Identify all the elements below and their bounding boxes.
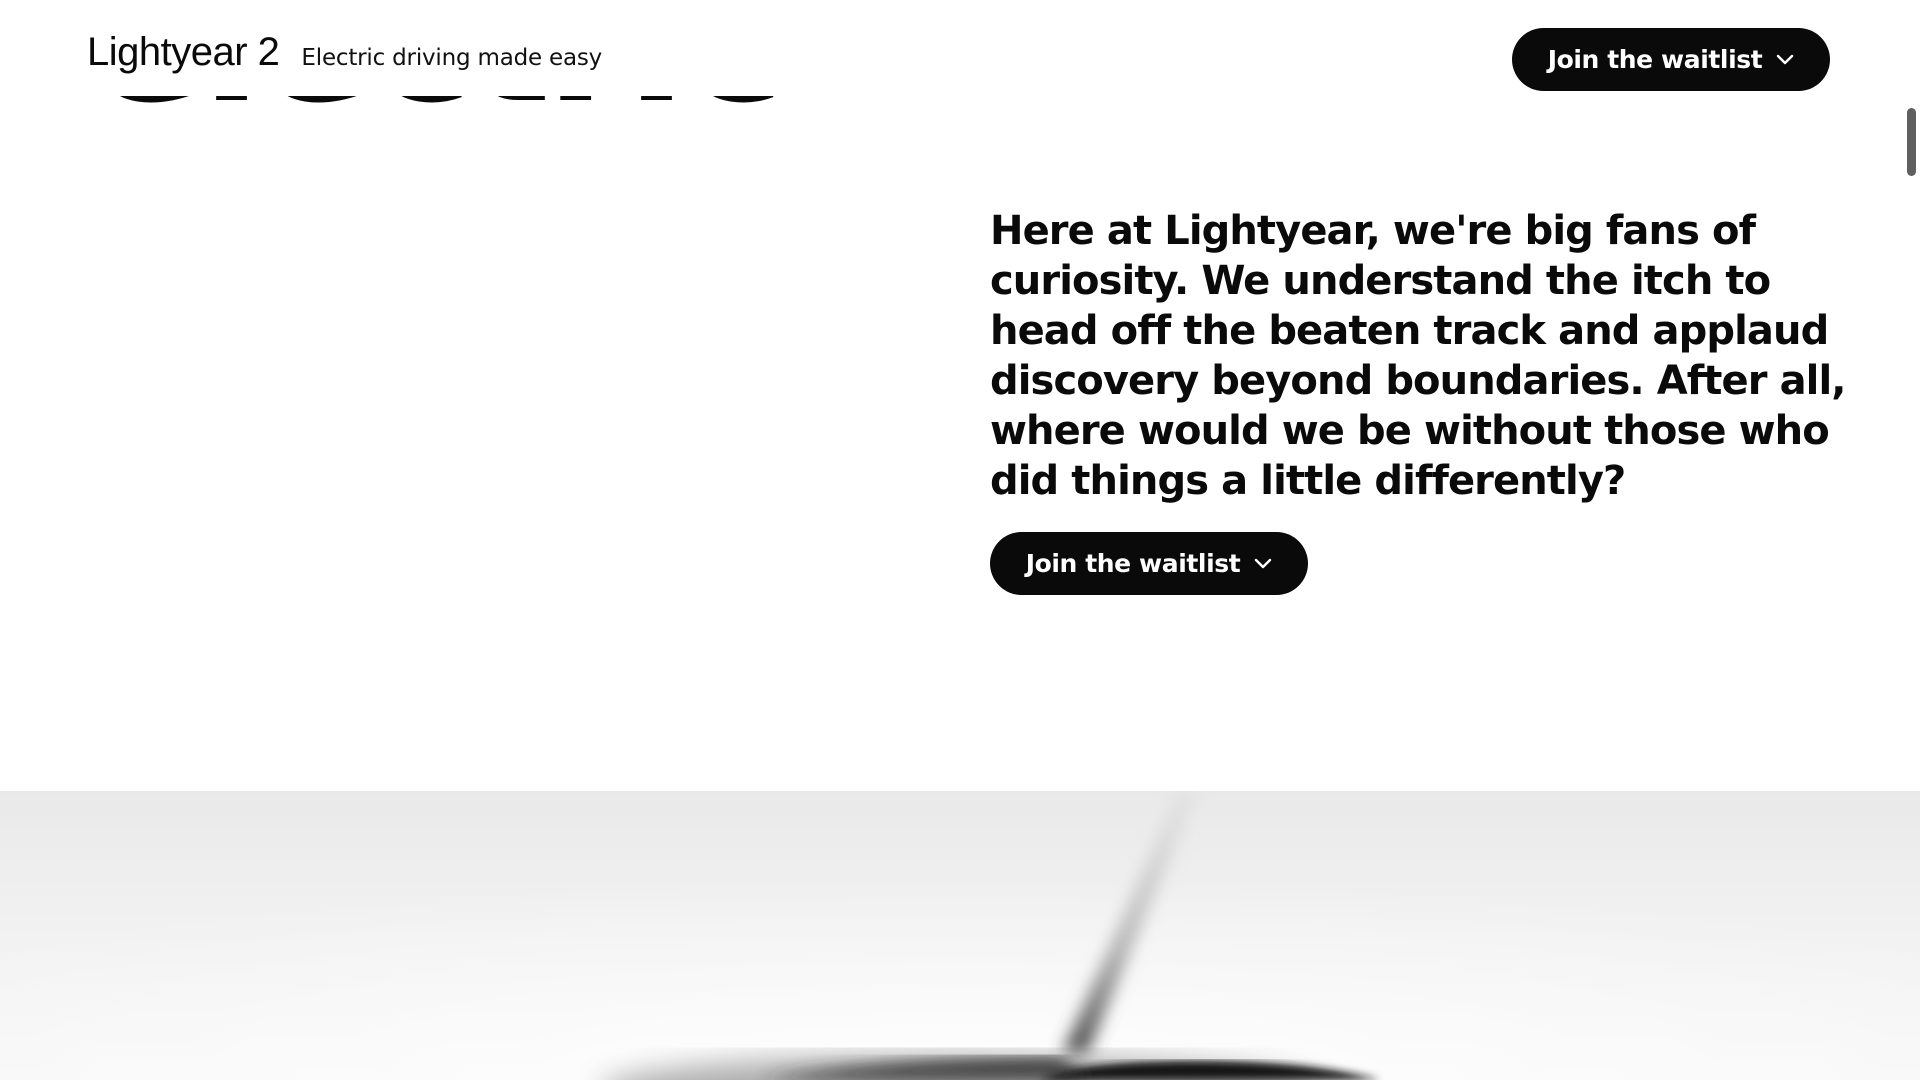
page: electric Lightyear 2 Electric driving ma… [0, 0, 1920, 1080]
intro-text: Here at Lightyear, we're big fans of cur… [990, 208, 1846, 504]
header-waitlist-button[interactable]: Join the waitlist [1512, 28, 1830, 91]
car-image [0, 791, 1920, 1080]
car-roof-graphic [0, 791, 1920, 1080]
scrollbar[interactable] [1900, 0, 1920, 1080]
intro-waitlist-label: Join the waitlist [1025, 549, 1241, 578]
header-waitlist-label: Join the waitlist [1547, 45, 1763, 74]
logo[interactable]: Lightyear 2 [87, 30, 280, 75]
tagline: Electric driving made easy [301, 45, 603, 71]
intro-waitlist-button[interactable]: Join the waitlist [990, 532, 1308, 595]
chevron-down-icon [1255, 558, 1272, 568]
scrollbar-thumb[interactable] [1907, 108, 1916, 176]
brand: Lightyear 2 Electric driving made easy [87, 30, 602, 75]
chevron-down-icon [1777, 54, 1794, 64]
intro-section: Here at Lightyear, we're big fans of cur… [990, 206, 1860, 595]
site-header: Lightyear 2 Electric driving made easy J… [0, 0, 1920, 112]
